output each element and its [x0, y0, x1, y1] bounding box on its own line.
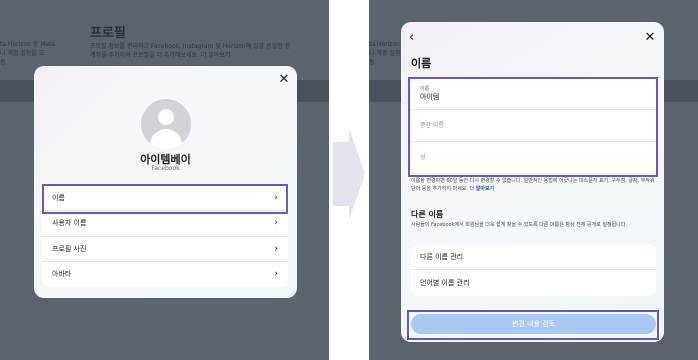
learn-more-link[interactable]: 알아보기 — [476, 186, 494, 192]
menu-item-label: 다른 이름 관리 — [420, 253, 464, 261]
chevron-right-icon: › — [274, 243, 278, 254]
edit-name-modal: ‹ ✕ 이름 이름 아이템 중간 이름 성 이름을 변경하면 60일 동안 다시… — [401, 22, 664, 342]
menu-item-username[interactable]: 사용자 이름 › — [42, 211, 288, 237]
manage-other-names-item[interactable]: 다른 이름 관리 — [411, 244, 656, 270]
other-names-title: 다른 이름 — [411, 210, 444, 219]
highlight-box-review-button — [407, 310, 659, 340]
name-change-notice: 이름을 변경하면 60일 동안 다시 변경할 수 없습니다. 일반적인 용법에 … — [411, 178, 655, 192]
highlight-box-name-item — [42, 184, 288, 214]
bg-band-left — [369, 80, 401, 102]
avatar — [141, 99, 191, 149]
menu-item-label: 프로필 사진 — [52, 244, 87, 253]
left-screenshot: ta Horizon 등 Meta 나 계정 설정을 모 동 프로필 프로필 정… — [0, 0, 329, 360]
bg-band-left — [0, 80, 34, 102]
manage-language-names-item[interactable]: 언어별 이름 관리 — [411, 270, 656, 296]
back-arrow-icon[interactable]: ‹ — [409, 30, 423, 46]
menu-item-avatar[interactable]: 아바타 › — [42, 262, 288, 287]
menu-item-label: 사용자 이름 — [52, 219, 87, 228]
profile-platform: Facebook — [151, 165, 180, 172]
close-icon[interactable]: ✕ — [276, 72, 292, 88]
bg-band-right — [664, 80, 698, 102]
arrow-right-icon — [333, 128, 365, 220]
menu-item-label: 아바타 — [52, 269, 72, 278]
modal-title: 이름 — [411, 57, 432, 70]
bg-main-text-2: 계정을 추가하여 프로필을 더 추가해보세요. 더 알아보기 — [90, 52, 231, 59]
bg-side-text-3: 동 — [0, 59, 6, 66]
bg-side-text-2: 나 계정 설정을 모 — [0, 50, 45, 57]
bg-side-text-1: ta Horizon 등 Meta — [0, 41, 56, 48]
bg-page-title: 프로필 — [90, 26, 126, 41]
close-icon[interactable]: ✕ — [643, 30, 657, 46]
chevron-right-icon: › — [274, 268, 278, 279]
tutorial-figure: ta Horizon 등 Meta 나 계정 설정을 모 동 프로필 프로필 정… — [0, 0, 698, 360]
other-names-menu: 다른 이름 관리 언어별 이름 관리 — [411, 244, 656, 296]
menu-item-profile-photo[interactable]: 프로필 사진 › — [42, 237, 288, 262]
highlight-box-name-fields — [408, 77, 658, 177]
chevron-right-icon: › — [274, 218, 278, 229]
profile-modal: ✕ 아이템베이 Facebook 이름 › 사용자 이름 › 프로필 사진 › — [34, 66, 297, 298]
other-names-description: 사람들이 Facebook에서 회원님을 더욱 쉽게 찾을 수 있도록 다른 이… — [411, 222, 627, 228]
bg-side-text-3: 동 — [369, 59, 375, 66]
bg-main-text-1: 프로필 정보를 관리하고 Facebook, Instagram 및 Horiz… — [90, 43, 291, 50]
menu-item-label: 언어별 이름 관리 — [420, 279, 470, 287]
bg-band-right — [297, 80, 329, 102]
